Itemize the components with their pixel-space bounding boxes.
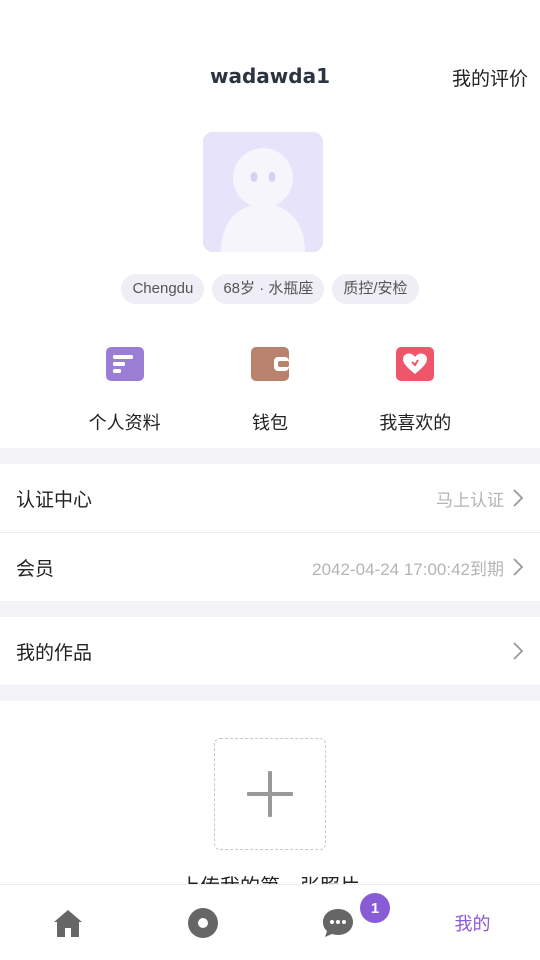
bottom-tab-bar: 1 我的 [0, 884, 540, 960]
tab-home[interactable] [0, 885, 135, 960]
action-favorites-label: 我喜欢的 [379, 413, 452, 433]
action-wallet[interactable]: 钱包 [197, 340, 342, 435]
action-profile-label: 个人资料 [88, 413, 161, 433]
section-divider [0, 685, 540, 701]
certification-title: 认证中心 [16, 489, 93, 511]
tab-discover[interactable] [135, 885, 270, 960]
my-works-title: 我的作品 [16, 642, 93, 664]
tab-mine-label: 我的 [454, 913, 491, 934]
heart-icon [391, 340, 439, 388]
chevron-right-icon [513, 642, 524, 660]
section-divider [0, 448, 540, 464]
unread-badge: 1 [360, 893, 390, 923]
default-avatar-icon [203, 132, 323, 252]
tag-age-zodiac: 68岁 · 水瓶座 [212, 274, 325, 304]
membership-title: 会员 [16, 558, 55, 580]
membership-expiry: 2042-04-24 17:00:42到期 [312, 559, 504, 579]
tag-city: Chengdu [121, 274, 205, 304]
section-divider [0, 601, 540, 617]
tab-messages[interactable]: 1 [270, 885, 405, 960]
home-icon [53, 909, 82, 937]
profile-card-icon [101, 340, 149, 388]
chevron-right-icon [513, 558, 524, 576]
chat-icon [322, 908, 353, 937]
certification-action: 马上认证 [436, 490, 504, 510]
my-reviews-link[interactable]: 我的评价 [452, 64, 528, 91]
profile-header: wadawda1 我的评价 [0, 0, 540, 120]
tab-mine[interactable]: 我的 [405, 885, 540, 960]
row-my-works[interactable]: 我的作品 [0, 617, 540, 685]
row-certification[interactable]: 认证中心 马上认证 [0, 464, 540, 532]
quick-actions: 个人资料 钱包 我喜欢的 [52, 340, 488, 435]
action-favorites[interactable]: 我喜欢的 [343, 340, 488, 435]
avatar[interactable] [203, 132, 323, 252]
tag-occupation: 质控/安检 [332, 274, 419, 304]
action-profile[interactable]: 个人资料 [52, 340, 197, 435]
plus-icon [247, 771, 293, 817]
upload-photo-button[interactable] [214, 738, 326, 850]
record-icon [187, 907, 218, 938]
wallet-icon [246, 340, 294, 388]
chevron-right-icon [513, 489, 524, 507]
row-membership[interactable]: 会员 2042-04-24 17:00:42到期 [0, 533, 540, 601]
action-wallet-label: 钱包 [251, 413, 288, 433]
profile-tags: Chengdu 68岁 · 水瓶座 质控/安检 [0, 274, 540, 304]
